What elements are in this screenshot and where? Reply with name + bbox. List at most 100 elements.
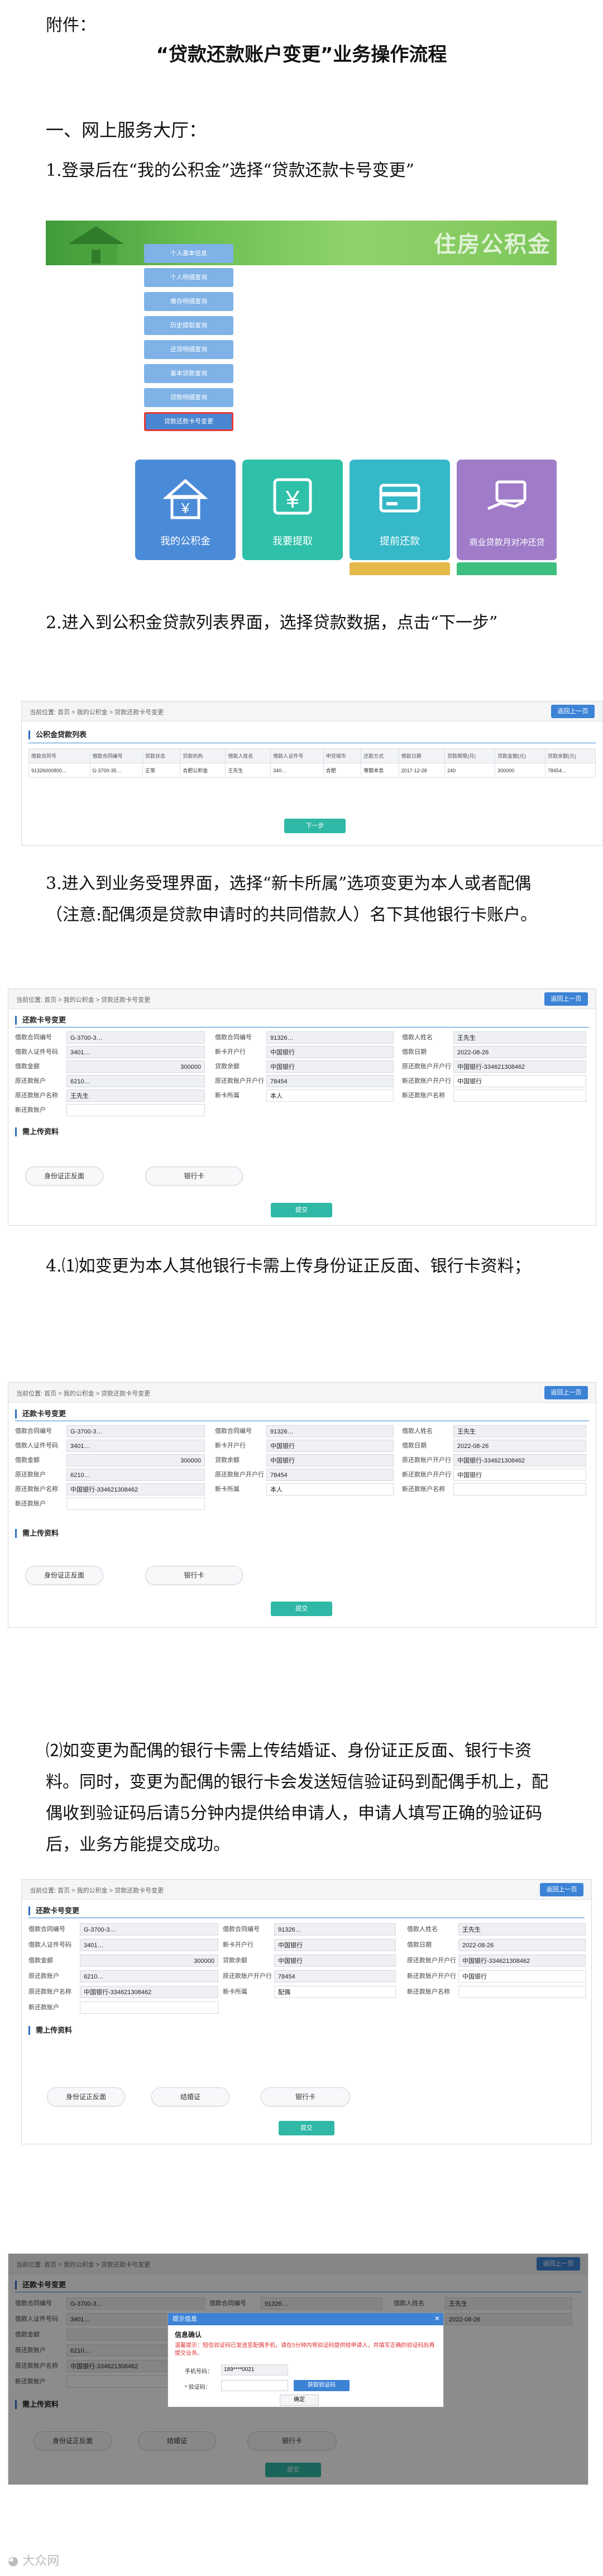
submit-button[interactable]: 提交 [279, 2121, 334, 2135]
table-row[interactable]: 91326000800… G-3700-35… 正常 合肥公积金 王先生 340… [28, 763, 596, 778]
field-amount: 借款金额300000 [15, 1454, 205, 1466]
tile-my-fund[interactable]: ¥ 我的公积金 [135, 460, 236, 560]
menu-item-personal-detail[interactable]: 个人明细查询 [144, 268, 233, 287]
column-header: 贷款机构 [180, 748, 226, 763]
upload-idcard-button[interactable]: 身份证正反面 [25, 1566, 103, 1585]
code-input[interactable] [221, 2380, 288, 2391]
menu-item-repay-card-change[interactable]: 贷款还款卡号变更 [144, 412, 233, 431]
field-bank: 新卡开户行 中国银行 [215, 1046, 394, 1058]
back-button[interactable]: 返回上一页 [540, 1883, 583, 1896]
svg-text:¥: ¥ [181, 500, 190, 517]
menu-item-repay-detail[interactable]: 还贷明细查询 [144, 340, 233, 359]
confirm-button[interactable]: 确定 [280, 2395, 319, 2406]
menu-item-deposit-detail[interactable]: 缴存明细查询 [144, 292, 233, 311]
field-old-bank-2: 原还款账户开户行 中国银行-334621308462 [402, 1060, 586, 1073]
spouse-card-screenshot: 当前位置: 首页 > 我的公积金 > 贷款还款卡号变更 返回上一页 还款卡号变更… [21, 1879, 592, 2144]
attachment-label: 附件： [46, 16, 96, 35]
field-old-bank: 原还款账户开户行 78454 [215, 1469, 394, 1481]
field-old-acct: 原还款账户 6210… [15, 1075, 205, 1087]
tile-partial [350, 562, 450, 575]
table-cell: 240 [444, 763, 496, 778]
back-button[interactable]: 返回上一页 [544, 992, 588, 1006]
table-cell: 340… [270, 763, 324, 778]
section-title: 还款卡号变更 [28, 1906, 79, 1915]
upload-idcard-button[interactable]: 身份证正反面 [47, 2087, 125, 2106]
column-header: 借款合同号 [28, 748, 90, 763]
field-owner-select[interactable]: 新卡所属 配偶 [223, 1986, 396, 1998]
table-header-row: 借款合同号 借款合同编号 贷款状态 贷款机构 借款人姓名 借款人证件号 申贷城市… [28, 748, 596, 763]
field-new-acct[interactable]: 新还款账户 [15, 1104, 205, 1116]
field-new-bank[interactable]: 新还款账户开户行 中国银行 [402, 1469, 586, 1481]
submit-button[interactable]: 提交 [271, 1602, 332, 1616]
field-old-name: 原还款账户名称 王先生 [15, 1089, 205, 1102]
yen-icon: ¥ [273, 478, 312, 515]
field-old-acct: 原还款账户 6210… [15, 1469, 205, 1481]
field-owner-select[interactable]: 新卡所属 本人 [215, 1483, 394, 1495]
breadcrumb: 当前位置: 首页 > 我的公积金 > 贷款还款卡号变更 [16, 1390, 151, 1397]
field-date: 借款日期2022-08-26 [402, 1440, 586, 1452]
upload-bankcard-button[interactable]: 银行卡 [145, 1566, 243, 1585]
column-header: 贷款状态 [142, 748, 181, 763]
next-button[interactable]: 下一步 [284, 819, 346, 833]
field-owner-select[interactable]: 新卡所属 本人 [215, 1089, 394, 1102]
field-old-name: 原还款账户名称 中国银行-334621308462 [28, 1986, 218, 1998]
my-fund-menu: 个人基本信息 个人明细查询 缴存明细查询 历史提取查询 还贷明细查询 基本贷款查… [144, 244, 233, 436]
field-old-bank-2: 原还款账户开户行 中国银行-334621308462 [402, 1454, 586, 1466]
field-new-bank[interactable]: 新还款账户开户行 中国银行 [402, 1075, 586, 1087]
upload-marriage-button[interactable]: 结婚证 [151, 2087, 229, 2106]
field-idno: 借款人证件号码 3401… [15, 1046, 205, 1058]
field-new-acct[interactable]: 新还款账户 [15, 1498, 205, 1510]
menu-item-withdraw-history[interactable]: 历史提取查询 [144, 316, 233, 335]
field-date: 借款日期2022-08-26 [402, 1046, 586, 1058]
tile-prepay[interactable]: 提前还款 [350, 460, 450, 560]
upload-section-title: 需上传资料 [15, 1127, 59, 1136]
field-new-acct[interactable]: 新还款账户 [28, 2001, 218, 2014]
sms-confirm-dialog: 提示信息 ✕ 信息确认 温馨提示：短信验证码已发送至配偶手机，请在5分钟内将验证… [168, 2312, 444, 2407]
field-amount: 借款金额300000 [15, 1060, 205, 1073]
dialog-message: 温馨提示：短信验证码已发送至配偶手机，请在5分钟内将验证码提供给申请人，并填写正… [175, 2343, 435, 2357]
table-cell: 2017-12-28 [398, 763, 446, 778]
column-header: 借款合同编号 [89, 748, 143, 763]
close-icon[interactable]: ✕ [434, 2315, 440, 2322]
section-heading: 一、网上服务大厅： [46, 120, 207, 141]
upload-idcard-button[interactable]: 身份证正反面 [25, 1167, 103, 1186]
tile-label: 我的公积金 [160, 536, 210, 547]
field-old-bank-2: 原还款账户开户行 中国银行-334621308462 [407, 1954, 586, 1967]
house-logo-icon [68, 226, 124, 264]
back-button[interactable]: 返回上一页 [544, 1386, 588, 1399]
loan-table: 借款合同号 借款合同编号 贷款状态 贷款机构 借款人姓名 借款人证件号 申贷城市… [28, 748, 596, 778]
field-date: 借款日期2022-08-26 [407, 1939, 586, 1951]
tile-partial [457, 562, 557, 575]
breadcrumb: 当前位置: 首页 > 我的公积金 > 贷款还款卡号变更 [16, 997, 151, 1003]
upload-bankcard-button[interactable]: 银行卡 [261, 2087, 350, 2106]
field-old-acct: 原还款账户 6210… [28, 1970, 218, 1982]
menu-item-basic-info[interactable]: 个人基本信息 [144, 244, 233, 263]
table-cell: 300000 [495, 763, 545, 778]
tile-label: 商业贷款月对冲还贷 [469, 538, 545, 547]
breadcrumb: 当前位置: 首页 > 我的公积金 > 贷款还款卡号变更 [30, 1887, 164, 1894]
step-4a-text: 4.⑴如变更为本人其他银行卡需上传身份证正反面、银行卡资料； [46, 1256, 531, 1276]
table-cell: 合肥公积金 [180, 763, 226, 778]
section-title: 还款卡号变更 [15, 1016, 66, 1025]
field-new-bank[interactable]: 新还款账户开户行 中国银行 [407, 1970, 586, 1982]
send-code-button[interactable]: 获取验证码 [294, 2380, 350, 2391]
table-cell: 78454… [544, 763, 596, 778]
step-4b-text: ⑵如变更为配偶的银行卡需上传结婚证、身份证正反面、银行卡资料。同时，变更为配偶的… [46, 1741, 548, 1855]
portal-banner: 住房公积金 [46, 221, 557, 265]
phone-field: 189****0021 [221, 2364, 288, 2376]
field-loan-id: 借款合同编号 91326… [215, 1425, 394, 1437]
table-cell: 合肥 [323, 763, 362, 778]
column-header: 借款日期 [398, 748, 446, 763]
menu-item-loan-detail[interactable]: 贷款明细查询 [144, 388, 233, 407]
menu-item-loan-basic[interactable]: 基本贷款查询 [144, 364, 233, 383]
field-old-bank: 原还款账户开户行 78454 [223, 1970, 396, 1982]
svg-text:¥: ¥ [285, 486, 300, 513]
tile-commercial-offset[interactable]: 商业贷款月对冲还贷 [457, 460, 557, 560]
upload-bankcard-button[interactable]: 银行卡 [145, 1167, 243, 1186]
back-button[interactable]: 返回上一页 [551, 705, 595, 718]
tile-withdraw[interactable]: ¥ 我要提取 [242, 460, 343, 560]
field-idno: 借款人证件号码 3401… [15, 1440, 205, 1452]
submit-button[interactable]: 提交 [271, 1203, 332, 1217]
hand-card-icon [487, 480, 527, 510]
watermark: ◕ 大众网 [8, 2551, 59, 2569]
